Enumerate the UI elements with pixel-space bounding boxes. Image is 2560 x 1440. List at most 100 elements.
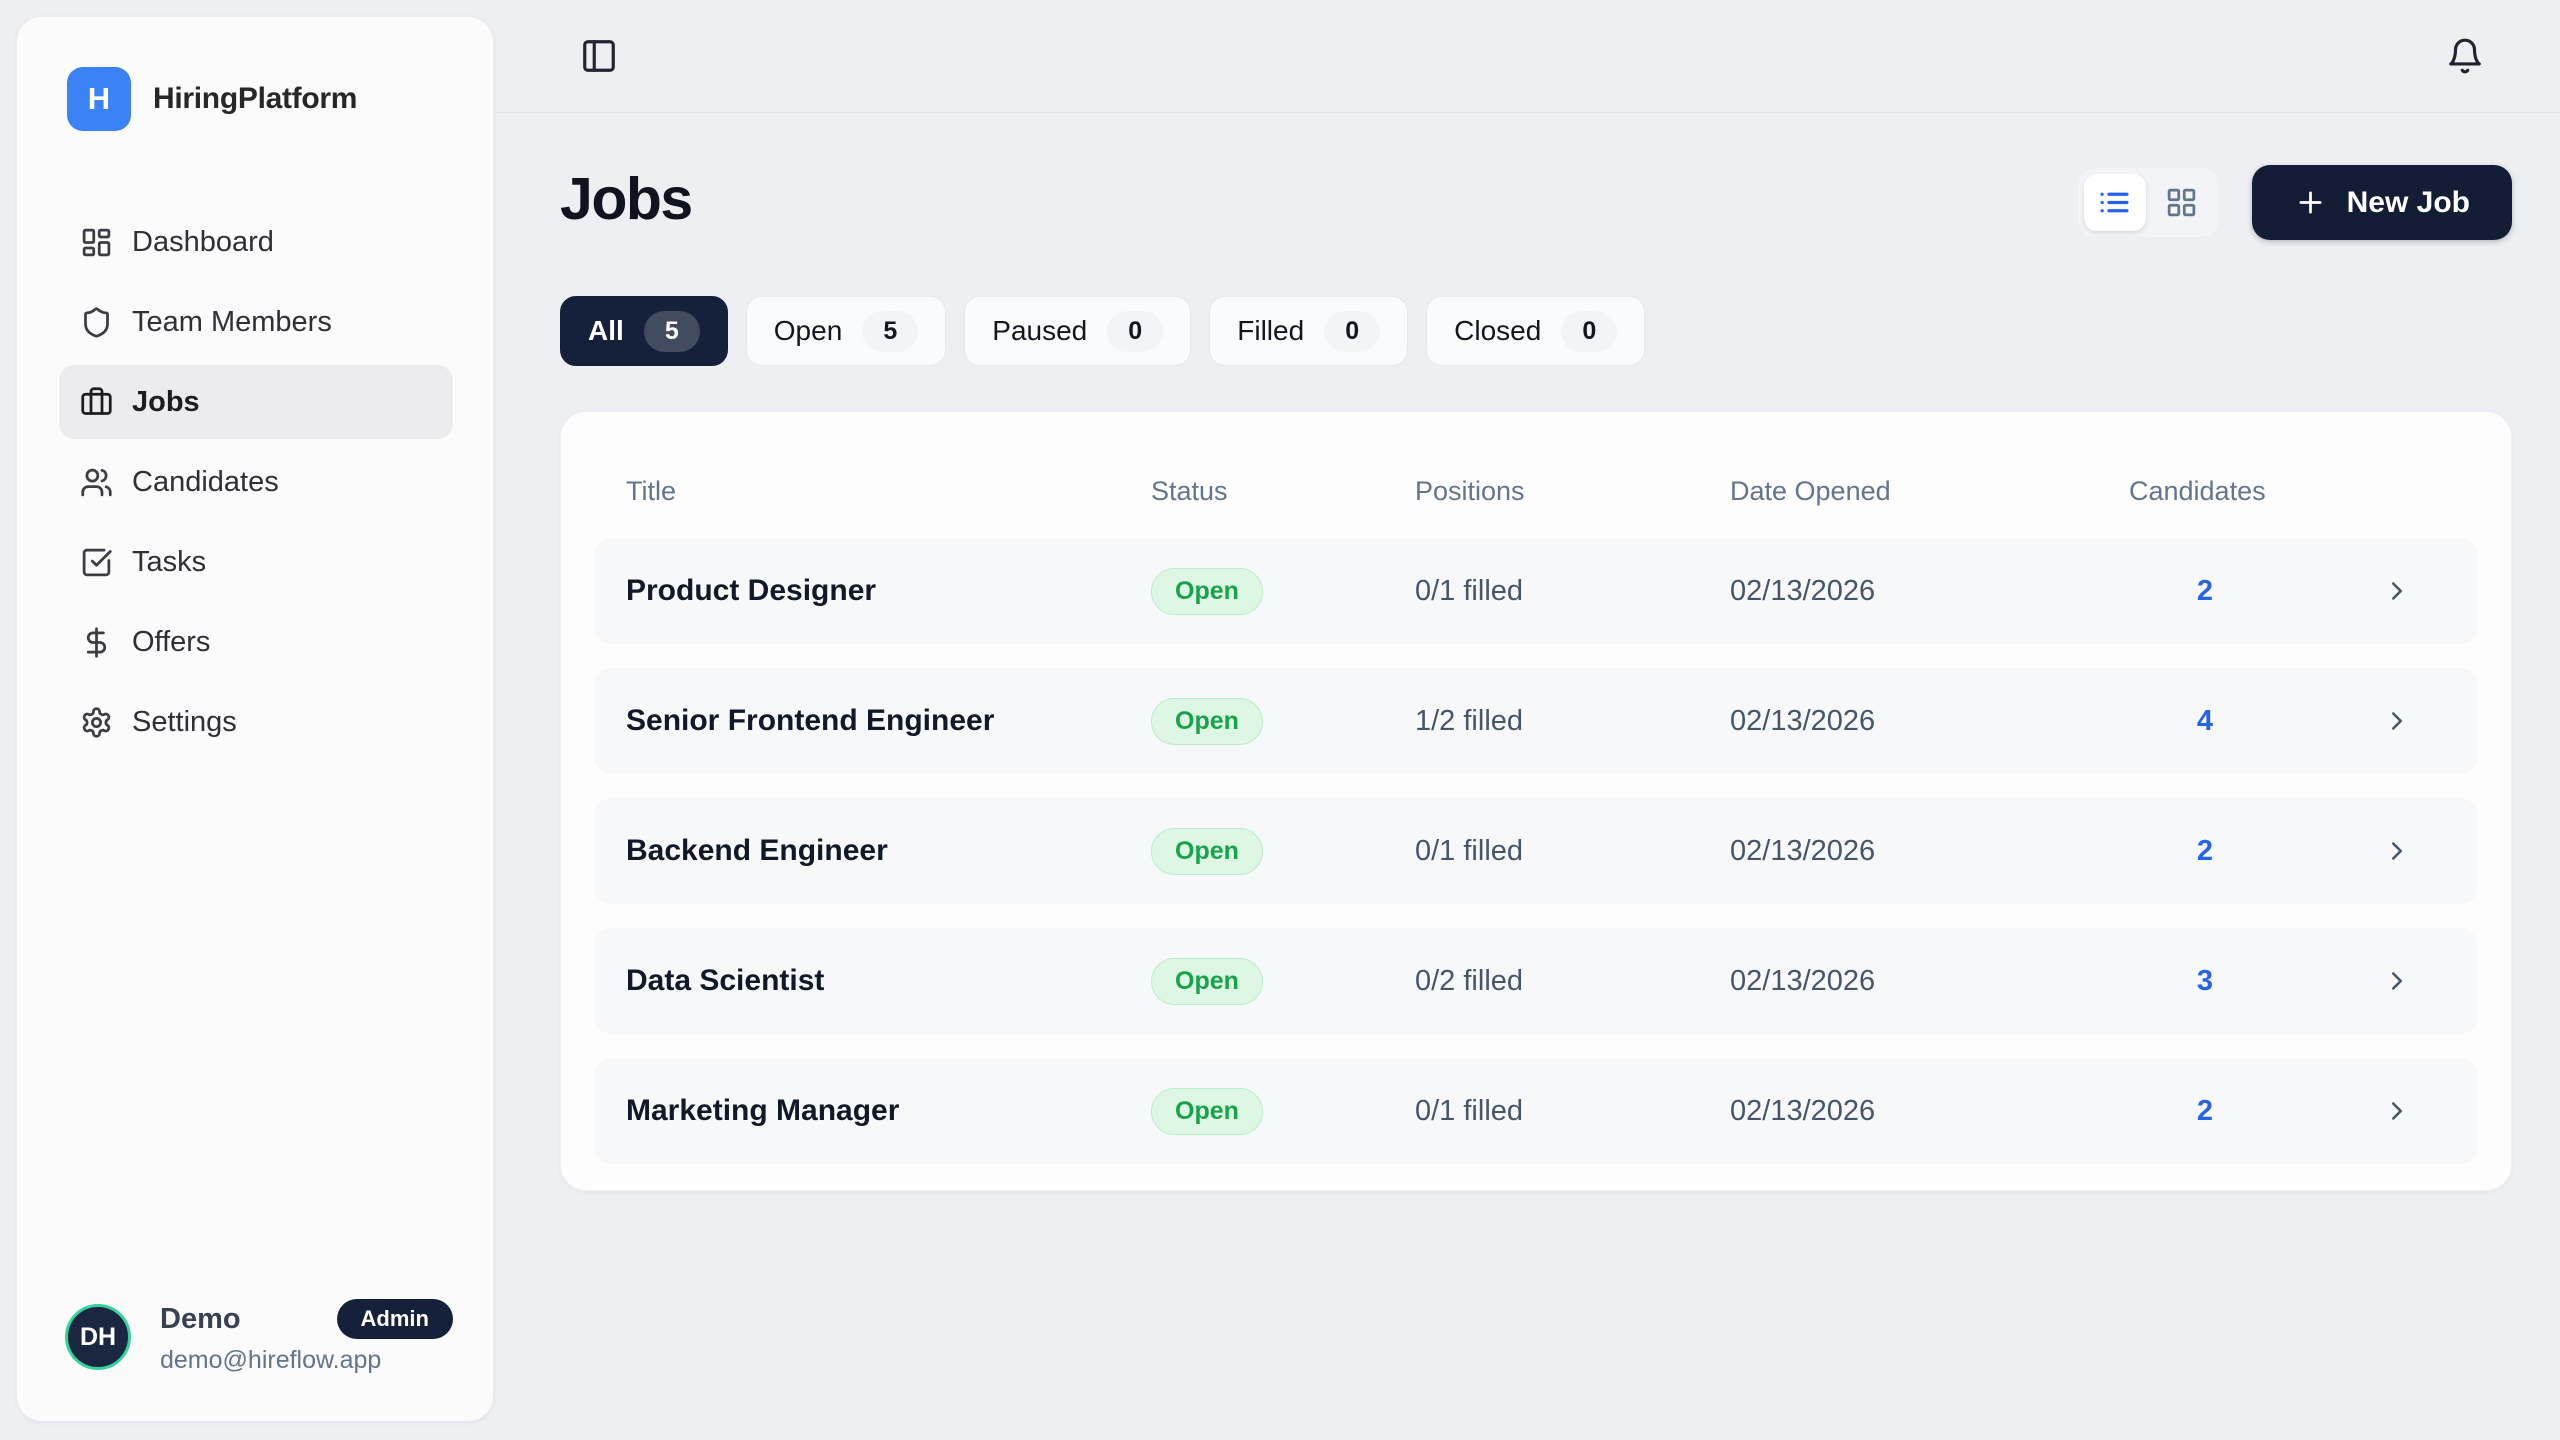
briefcase-icon	[80, 386, 113, 419]
sidebar-nav: Dashboard Team Members Jobs Candidates T…	[17, 205, 493, 765]
filter-count-badge: 0	[1561, 311, 1617, 352]
candidates-count-link[interactable]: 4	[2129, 705, 2281, 738]
chevron-right-icon[interactable]	[2382, 576, 2412, 606]
sidebar-item-label: Offers	[132, 626, 210, 659]
new-job-button[interactable]: New Job	[2252, 165, 2512, 240]
filter-closed[interactable]: Closed 0	[1426, 296, 1645, 366]
filter-all[interactable]: All 5	[560, 296, 728, 366]
sidebar-item-label: Settings	[132, 706, 237, 739]
user-menu[interactable]: DH Demo Admin demo@hireflow.app	[17, 1299, 493, 1421]
candidates-count-link[interactable]: 3	[2129, 965, 2281, 998]
notifications-button[interactable]	[2440, 31, 2490, 81]
job-title: Senior Frontend Engineer	[626, 704, 1151, 738]
status-filters: All 5 Open 5 Paused 0 Filled 0 Closed 0	[560, 296, 2512, 366]
column-header-positions: Positions	[1415, 476, 1730, 507]
sidebar-item-label: Team Members	[132, 306, 332, 339]
positions-cell: 0/1 filled	[1415, 1095, 1730, 1128]
chevron-right-icon[interactable]	[2382, 706, 2412, 736]
positions-cell: 0/1 filled	[1415, 835, 1730, 868]
square-check-icon	[80, 546, 113, 579]
job-title: Data Scientist	[626, 964, 1151, 998]
sidebar-item-label: Dashboard	[132, 226, 274, 259]
new-job-label: New Job	[2347, 186, 2470, 220]
panel-left-icon	[580, 37, 618, 75]
sidebar-item-settings[interactable]: Settings	[59, 685, 453, 759]
filter-count-badge: 5	[644, 311, 700, 352]
filter-label: Open	[774, 315, 843, 347]
dashboard-icon	[80, 226, 113, 259]
date-opened-cell: 02/13/2026	[1730, 965, 2129, 998]
plus-icon	[2294, 186, 2327, 219]
sidebar-item-label: Jobs	[132, 386, 200, 419]
sidebar-item-label: Candidates	[132, 466, 279, 499]
chevron-right-icon[interactable]	[2382, 966, 2412, 996]
column-header-candidates: Candidates	[2129, 476, 2281, 507]
shield-icon	[80, 306, 113, 339]
grid-view-button[interactable]	[2151, 174, 2213, 231]
filter-label: Filled	[1237, 315, 1304, 347]
filter-count-badge: 5	[862, 311, 918, 352]
app-title: HiringPlatform	[153, 82, 357, 116]
app-logo-row: H HiringPlatform	[17, 17, 493, 131]
user-email: demo@hireflow.app	[160, 1346, 453, 1375]
chevron-right-icon[interactable]	[2382, 1096, 2412, 1126]
job-title: Backend Engineer	[626, 834, 1151, 868]
sidebar-item-label: Tasks	[132, 546, 206, 579]
table-row[interactable]: Backend Engineer Open 0/1 filled 02/13/2…	[594, 798, 2478, 904]
table-row[interactable]: Data Scientist Open 0/2 filled 02/13/202…	[594, 928, 2478, 1034]
role-badge: Admin	[337, 1299, 453, 1339]
table-header: Title Status Positions Date Opened Candi…	[594, 445, 2478, 538]
column-header-date-opened: Date Opened	[1730, 476, 2129, 507]
list-view-button[interactable]	[2084, 174, 2146, 231]
filter-open[interactable]: Open 5	[746, 296, 947, 366]
page-title: Jobs	[560, 165, 692, 233]
table-row[interactable]: Marketing Manager Open 0/1 filled 02/13/…	[594, 1058, 2478, 1164]
sidebar-item-dashboard[interactable]: Dashboard	[59, 205, 453, 279]
status-badge: Open	[1151, 958, 1263, 1005]
avatar: DH	[65, 1304, 131, 1370]
candidates-count-link[interactable]: 2	[2129, 1095, 2281, 1128]
table-row[interactable]: Senior Frontend Engineer Open 1/2 filled…	[594, 668, 2478, 774]
sidebar-item-candidates[interactable]: Candidates	[59, 445, 453, 519]
status-badge: Open	[1151, 828, 1263, 875]
view-toggle	[2077, 167, 2220, 238]
filter-label: Closed	[1454, 315, 1541, 347]
bell-icon	[2446, 37, 2484, 75]
table-row[interactable]: Product Designer Open 0/1 filled 02/13/2…	[594, 538, 2478, 644]
candidates-count-link[interactable]: 2	[2129, 835, 2281, 868]
date-opened-cell: 02/13/2026	[1730, 575, 2129, 608]
grid-icon	[2165, 186, 2198, 219]
filter-label: All	[588, 315, 624, 347]
sidebar-item-team-members[interactable]: Team Members	[59, 285, 453, 359]
job-title: Product Designer	[626, 574, 1151, 608]
app-logo-letter: H	[88, 81, 110, 117]
filter-count-badge: 0	[1324, 311, 1380, 352]
users-icon	[80, 466, 113, 499]
column-header-title: Title	[626, 476, 1151, 507]
sidebar-item-jobs[interactable]: Jobs	[59, 365, 453, 439]
avatar-initials: DH	[80, 1323, 116, 1352]
filter-paused[interactable]: Paused 0	[964, 296, 1191, 366]
status-badge: Open	[1151, 698, 1263, 745]
jobs-table: Title Status Positions Date Opened Candi…	[560, 411, 2512, 1191]
app-logo: H	[67, 67, 131, 131]
candidates-count-link[interactable]: 2	[2129, 575, 2281, 608]
list-icon	[2098, 186, 2131, 219]
date-opened-cell: 02/13/2026	[1730, 1095, 2129, 1128]
main-area: Jobs New Job All 5	[494, 0, 2560, 1440]
dollar-icon	[80, 626, 113, 659]
filter-count-badge: 0	[1107, 311, 1163, 352]
chevron-right-icon[interactable]	[2382, 836, 2412, 866]
filter-filled[interactable]: Filled 0	[1209, 296, 1408, 366]
sidebar-item-tasks[interactable]: Tasks	[59, 525, 453, 599]
status-badge: Open	[1151, 568, 1263, 615]
job-title: Marketing Manager	[626, 1094, 1151, 1128]
content: Jobs New Job All 5	[494, 113, 2560, 1191]
sidebar-toggle-button[interactable]	[574, 31, 624, 81]
positions-cell: 0/1 filled	[1415, 575, 1730, 608]
gear-icon	[80, 706, 113, 739]
sidebar: H HiringPlatform Dashboard Team Members …	[16, 16, 494, 1422]
topbar	[494, 0, 2560, 113]
sidebar-item-offers[interactable]: Offers	[59, 605, 453, 679]
positions-cell: 1/2 filled	[1415, 705, 1730, 738]
